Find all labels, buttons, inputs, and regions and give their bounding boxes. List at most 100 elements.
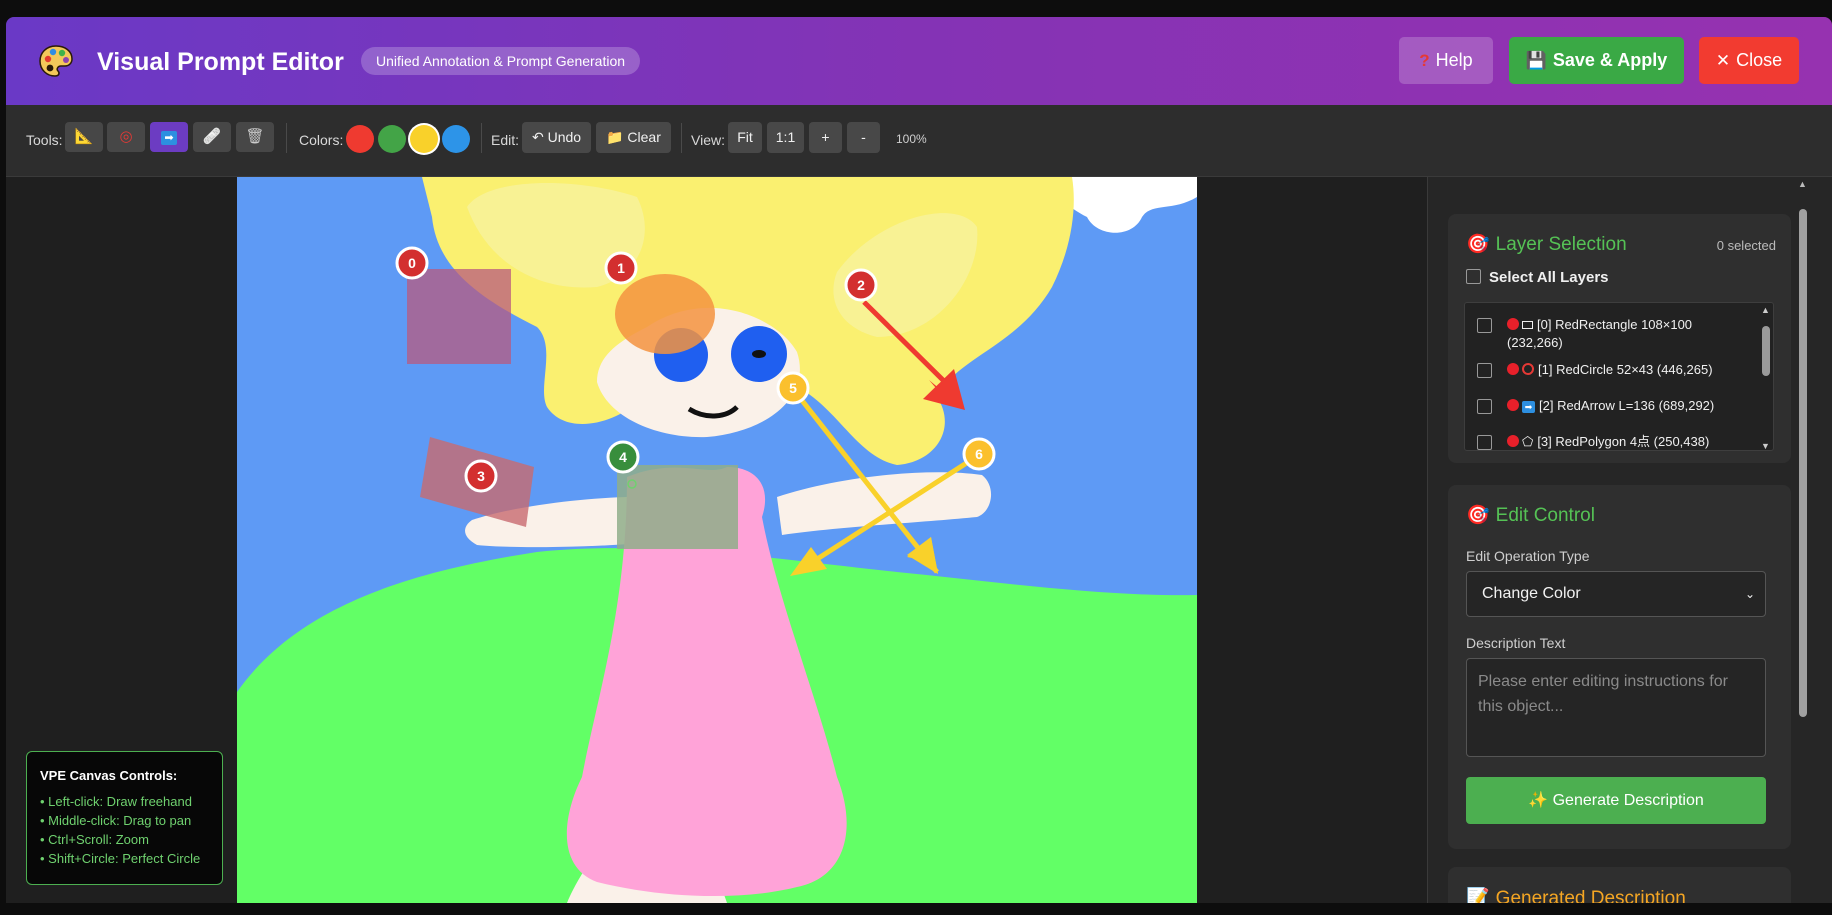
edit-operation-select[interactable]: Change Color ⌄ bbox=[1466, 571, 1766, 617]
canvas-controls-line: • Ctrl+Scroll: Zoom bbox=[40, 832, 149, 847]
header-bar: Visual Prompt Editor Unified Annotation … bbox=[6, 17, 1832, 105]
annotation-badge-1[interactable]: 1 bbox=[604, 251, 638, 285]
memo-icon: 📝 bbox=[1466, 888, 1490, 903]
app-title: Visual Prompt Editor bbox=[97, 48, 344, 76]
close-button[interactable]: ✕ Close bbox=[1699, 37, 1799, 84]
trash-icon: 🗑 bbox=[245, 128, 265, 145]
drawing-canvas[interactable]: 0 1 2 3 4 5 6 bbox=[237, 177, 1197, 903]
canvas-controls-help: VPE Canvas Controls: • Left-click: Draw … bbox=[26, 751, 223, 885]
layer-label: [2] RedArrow L=136 (689,292) bbox=[1539, 398, 1715, 413]
close-button-label: Close bbox=[1736, 50, 1783, 70]
scroll-up-arrow-icon[interactable]: ▲ bbox=[1798, 179, 1807, 189]
red-dot-icon bbox=[1507, 318, 1519, 330]
generated-description-title: 📝 Generated Description bbox=[1466, 886, 1686, 903]
layer-list[interactable]: [0] RedRectangle 108×100 (232,266) [1] R… bbox=[1464, 302, 1774, 451]
undo-button[interactable]: ↶ Undo bbox=[522, 122, 591, 153]
annotation-badge-5[interactable]: 5 bbox=[776, 371, 810, 405]
select-all-label: Select All Layers bbox=[1489, 269, 1609, 286]
annotation-badge-3[interactable]: 3 bbox=[464, 459, 498, 493]
triangle-ruler-icon: 📐 bbox=[74, 128, 94, 145]
color-swatch-yellow[interactable] bbox=[410, 125, 438, 153]
toolbar-divider bbox=[286, 123, 287, 153]
layer-label: [3] RedPolygon 4点 (250,438) bbox=[1537, 434, 1710, 449]
layer-list-scrollbar[interactable]: ▲ ▼ bbox=[1761, 305, 1770, 450]
zoom-out-button[interactable]: - bbox=[847, 122, 880, 153]
toolbar: Tools: 📐 ◎ ➡ 🩹 🗑 Colors: Edit: ↶ Undo 📁 … bbox=[6, 105, 1832, 177]
help-button-label: Help bbox=[1435, 50, 1473, 70]
close-icon: ✕ bbox=[1715, 51, 1731, 70]
canvas-controls-line: • Shift+Circle: Perfect Circle bbox=[40, 851, 201, 866]
fit-button[interactable]: Fit bbox=[728, 122, 762, 153]
red-dot-icon bbox=[1507, 363, 1519, 375]
folder-icon: 📁 bbox=[606, 129, 628, 145]
layer-selection-title: 🎯 Layer Selection bbox=[1466, 232, 1627, 256]
target-icon: 🎯 bbox=[1466, 234, 1490, 255]
panel-scrollbar[interactable]: ▲ bbox=[1796, 177, 1810, 895]
layer-checkbox[interactable] bbox=[1477, 318, 1492, 333]
red-dot-icon bbox=[1507, 435, 1519, 447]
view-label: View: bbox=[691, 132, 725, 148]
arrow-icon: ➡ bbox=[1522, 401, 1535, 413]
layer-checkbox[interactable] bbox=[1477, 363, 1492, 378]
edit-operation-label: Edit Operation Type bbox=[1466, 548, 1590, 564]
bandage-icon: 🩹 bbox=[202, 128, 222, 145]
app-subtitle-badge: Unified Annotation & Prompt Generation bbox=[361, 47, 641, 75]
edit-operation-value: Change Color bbox=[1482, 585, 1581, 602]
polygon-icon: ⬠ bbox=[1522, 434, 1534, 449]
colors-label: Colors: bbox=[299, 132, 344, 148]
red-dot-icon bbox=[1507, 399, 1519, 411]
generate-description-button[interactable]: ✨ Generate Description bbox=[1466, 777, 1766, 824]
tools-label: Tools: bbox=[26, 132, 63, 148]
undo-icon: ↶ bbox=[531, 129, 548, 145]
scroll-down-arrow-icon[interactable]: ▼ bbox=[1761, 441, 1770, 450]
layer-label: [1] RedCircle 52×43 (446,265) bbox=[1538, 362, 1713, 377]
arrow-tool-button[interactable]: ➡ bbox=[150, 122, 188, 152]
generate-description-label: Generate Description bbox=[1552, 792, 1704, 809]
layer-checkbox[interactable] bbox=[1477, 435, 1492, 450]
freehand-tool-button[interactable]: 🩹 bbox=[193, 122, 231, 152]
toolbar-divider bbox=[681, 123, 682, 153]
annotation-0-label: 0 bbox=[408, 255, 416, 271]
target-icon: 🎯 bbox=[1466, 505, 1490, 526]
description-textarea[interactable]: Please enter editing instructions for th… bbox=[1466, 658, 1766, 757]
save-apply-button[interactable]: 💾 Save & Apply bbox=[1509, 37, 1684, 84]
visual-prompt-editor-modal: Visual Prompt Editor Unified Annotation … bbox=[6, 17, 1832, 903]
circle-tool-button[interactable]: ◎ bbox=[107, 122, 145, 152]
annotation-badge-4[interactable]: 4 bbox=[606, 440, 640, 474]
undo-label: Undo bbox=[547, 129, 582, 145]
actual-size-button[interactable]: 1:1 bbox=[767, 122, 804, 153]
question-mark-icon: ? bbox=[1419, 51, 1430, 70]
right-panel: 🎯 Layer Selection 0 selected Select All L… bbox=[1427, 177, 1832, 903]
select-all-layers[interactable]: Select All Layers bbox=[1466, 269, 1609, 286]
layer-selection-card: 🎯 Layer Selection 0 selected Select All L… bbox=[1448, 214, 1791, 463]
rectangle-icon bbox=[1522, 321, 1533, 329]
zoom-in-button[interactable]: + bbox=[809, 122, 842, 153]
rectangle-tool-button[interactable]: 📐 bbox=[65, 122, 103, 152]
color-swatch-red[interactable] bbox=[346, 125, 374, 153]
color-swatch-green[interactable] bbox=[378, 125, 406, 153]
color-swatch-blue[interactable] bbox=[442, 125, 470, 153]
annotation-2-label: 2 bbox=[857, 277, 865, 293]
annotation-badge-0[interactable]: 0 bbox=[395, 246, 429, 280]
layer-label: [0] RedRectangle 108×100 (232,266) bbox=[1507, 317, 1693, 350]
annotation-4-label: 4 bbox=[619, 449, 627, 465]
annotation-badge-2[interactable]: 2 bbox=[844, 268, 878, 302]
select-all-checkbox[interactable] bbox=[1466, 269, 1481, 284]
edit-control-card: 🎯 Edit Control Edit Operation Type Change… bbox=[1448, 485, 1791, 849]
canvas-controls-line: • Middle-click: Drag to pan bbox=[40, 813, 192, 828]
scroll-up-arrow-icon[interactable]: ▲ bbox=[1761, 305, 1770, 315]
annotation-6-label: 6 bbox=[975, 446, 983, 462]
annotation-badge-6[interactable]: 6 bbox=[962, 437, 996, 471]
layer-list-scroll-thumb[interactable] bbox=[1762, 326, 1770, 376]
layer-selection-title-text: Layer Selection bbox=[1495, 234, 1627, 255]
panel-scroll-thumb[interactable] bbox=[1799, 209, 1807, 717]
annotation-1-label: 1 bbox=[617, 260, 625, 276]
delete-tool-button[interactable]: 🗑 bbox=[236, 122, 274, 152]
floppy-disk-icon: 💾 bbox=[1525, 51, 1547, 70]
canvas-area[interactable]: 0 1 2 3 4 5 6 VPE Canvas Controls: • Lef… bbox=[6, 177, 1427, 903]
clear-button[interactable]: 📁 Clear bbox=[596, 122, 671, 153]
help-button[interactable]: ? Help bbox=[1399, 37, 1493, 84]
layer-checkbox[interactable] bbox=[1477, 399, 1492, 414]
circle-icon bbox=[1522, 363, 1534, 375]
annotation-3-label: 3 bbox=[477, 468, 485, 484]
